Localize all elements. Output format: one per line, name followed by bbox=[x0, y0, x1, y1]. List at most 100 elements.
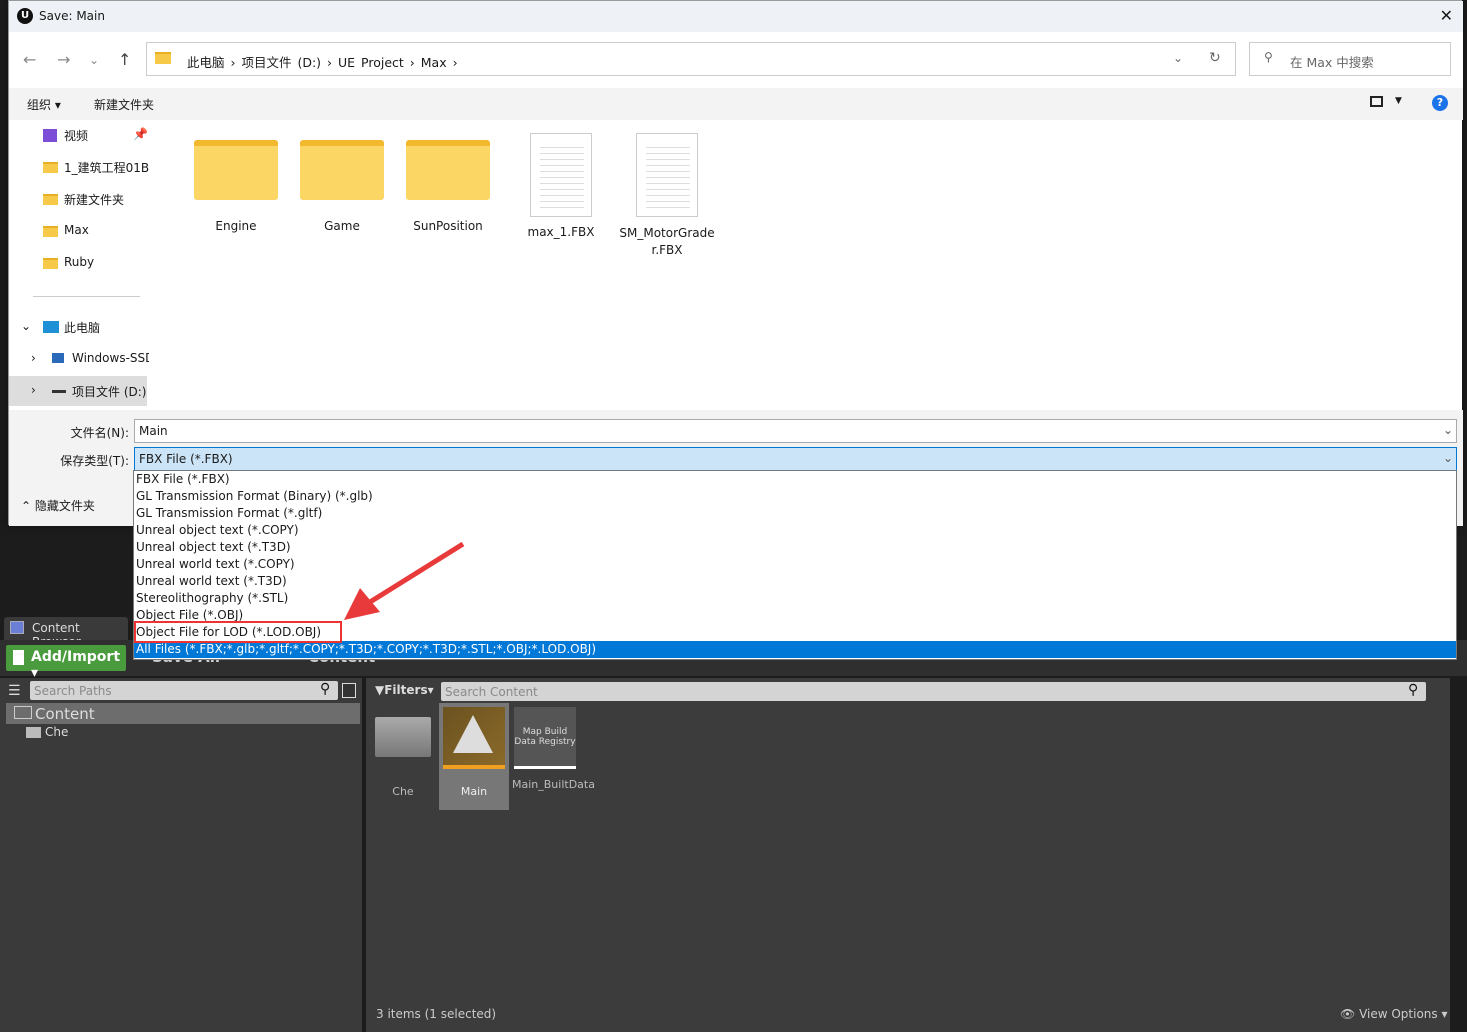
breadcrumb-item[interactable]: 项目文件 (D:) bbox=[241, 55, 321, 70]
forward-icon[interactable]: → bbox=[57, 50, 70, 69]
add-import-button[interactable]: Add/Import ▾ bbox=[6, 645, 126, 681]
address-bar[interactable]: 此电脑 › 项目文件 (D:) › UE Project › Max › bbox=[146, 42, 1236, 76]
folder-icon bbox=[406, 140, 490, 200]
registry-thumbnail: Map Build Data Registry bbox=[514, 707, 576, 769]
filename-label: 文件名(N): bbox=[70, 426, 129, 440]
filters-label: Filters bbox=[384, 683, 428, 697]
chevron-right-icon[interactable]: › bbox=[31, 383, 36, 397]
nav-label: Max bbox=[64, 223, 89, 237]
save-dialog: Save: Main U ✕ ← → ⌄ ↑ 此电脑 › 项目文件 (D:) ›… bbox=[8, 0, 1463, 526]
chevron-down-icon[interactable]: ⌄ bbox=[1443, 423, 1453, 437]
filetype-label: 保存类型(T): bbox=[60, 454, 129, 468]
filetype-select[interactable]: FBX File (*.FBX) bbox=[134, 447, 1457, 471]
file-name: Engine bbox=[215, 219, 257, 233]
filetype-option-all-files[interactable]: All Files (*.FBX;*.glb;*.gltf;*.COPY;*.T… bbox=[134, 641, 1456, 658]
file-item-folder[interactable]: Game bbox=[292, 120, 392, 233]
navigation-pane: 视频 📌 1_建筑工程01BIM 新建文件夹 Max Ruby ⌄ 此电脑 › Win… bbox=[9, 120, 154, 410]
nav-label: 视频 bbox=[64, 129, 89, 143]
file-list: Engine Game SunPosition max_1.FBX SM_Mot… bbox=[156, 120, 1462, 410]
asset-che[interactable]: Che bbox=[375, 785, 431, 798]
folder-icon bbox=[300, 140, 384, 200]
search-icon: ⚲ bbox=[1408, 682, 1419, 698]
filetype-option[interactable]: GL Transmission Format (*.gltf) bbox=[134, 505, 1456, 522]
breadcrumb-item[interactable]: 此电脑 bbox=[187, 55, 225, 70]
asset-main-label: Main bbox=[460, 785, 488, 798]
nav-item-folder[interactable]: 新建文件夹 bbox=[9, 184, 149, 214]
divider bbox=[33, 296, 140, 297]
search-icon: ⚲ bbox=[320, 681, 331, 697]
folder-icon bbox=[43, 226, 58, 237]
nav-label: Windows-SSD bbox=[72, 351, 149, 365]
add-import-label: Add/Import bbox=[31, 649, 121, 665]
drive-icon bbox=[52, 353, 64, 363]
nav-label: Ruby bbox=[64, 255, 95, 269]
tree-toggle-icon[interactable]: ☰ bbox=[8, 683, 21, 699]
tree-label-content: Content bbox=[35, 705, 95, 723]
help-icon[interactable]: ? bbox=[1432, 95, 1448, 111]
level-thumbnail bbox=[443, 707, 505, 769]
search-input[interactable]: 在 Max 中搜索 bbox=[1249, 42, 1451, 76]
nav-label: 此电脑 bbox=[64, 321, 101, 335]
view-dropdown-icon[interactable]: ▼ bbox=[1395, 96, 1402, 106]
file-name: Game bbox=[324, 219, 360, 233]
nav-label: 新建文件夹 bbox=[64, 193, 125, 207]
nav-label: 项目文件 (D:) bbox=[72, 385, 147, 399]
search-paths-input[interactable]: Search Paths bbox=[30, 681, 338, 700]
folder-icon bbox=[43, 162, 58, 173]
file-item-folder[interactable]: Engine bbox=[186, 120, 286, 233]
address-dropdown-icon[interactable]: ⌄ bbox=[1173, 51, 1183, 65]
annotation-highlight-box bbox=[134, 621, 342, 643]
tree-item-che[interactable]: Che bbox=[45, 725, 68, 739]
nav-item-folder[interactable]: 1_建筑工程01BIM bbox=[9, 152, 149, 182]
folder-icon bbox=[375, 717, 431, 757]
view-options-label: View Options bbox=[1359, 1007, 1438, 1021]
breadcrumb-item[interactable]: UE Project bbox=[338, 55, 404, 70]
chevron-down-icon[interactable]: ⌄ bbox=[21, 319, 31, 333]
drive-icon bbox=[52, 390, 66, 393]
breadcrumb-item[interactable]: Max bbox=[421, 55, 447, 70]
nav-item-d-drive[interactable]: › 项目文件 (D:) bbox=[9, 376, 147, 406]
back-icon[interactable]: ← bbox=[23, 50, 36, 69]
hide-folders-label: 隐藏文件夹 bbox=[34, 499, 95, 513]
search-content-input[interactable]: Search Content bbox=[441, 682, 1426, 701]
filename-input[interactable]: Main bbox=[134, 419, 1457, 443]
recent-dropdown-icon[interactable]: ⌄ bbox=[89, 53, 99, 67]
annotation-arrow-icon bbox=[344, 541, 465, 620]
file-icon bbox=[13, 650, 24, 665]
organize-button[interactable]: 组织 ▾ bbox=[27, 96, 61, 113]
view-icon[interactable] bbox=[1370, 96, 1383, 107]
filetype-option[interactable]: GL Transmission Format (Binary) (*.glb) bbox=[134, 488, 1456, 505]
chevron-down-icon[interactable]: ⌄ bbox=[1443, 451, 1453, 465]
nav-label: 1_建筑工程01BIM bbox=[64, 161, 149, 175]
up-icon[interactable]: ↑ bbox=[118, 50, 131, 69]
file-item-fbx[interactable]: max_1.FBX bbox=[511, 120, 611, 239]
filters-button[interactable]: ▼Filters▾ bbox=[375, 683, 434, 697]
pin-icon[interactable]: 📌 bbox=[133, 127, 148, 141]
dialog-title: Save: Main bbox=[9, 1, 1463, 32]
view-options-button[interactable]: 👁 View Options ▾ bbox=[1340, 1007, 1448, 1021]
filetype-option[interactable]: FBX File (*.FBX) bbox=[134, 471, 1456, 488]
new-folder-button[interactable]: 新建文件夹 bbox=[94, 96, 154, 113]
file-name: SunPosition bbox=[413, 219, 483, 233]
chevron-right-icon[interactable]: › bbox=[31, 351, 36, 365]
nav-item-videos[interactable]: 视频 📌 bbox=[9, 120, 149, 150]
file-item-fbx[interactable]: SM_MotorGrader.FBX bbox=[618, 120, 716, 259]
refresh-icon[interactable]: ↻ bbox=[1209, 50, 1221, 66]
organize-label: 组织 bbox=[27, 98, 52, 112]
computer-icon bbox=[43, 321, 59, 333]
search-icon: ⚲ bbox=[1264, 50, 1273, 64]
command-bar bbox=[9, 88, 1463, 120]
nav-item-max[interactable]: Max bbox=[9, 216, 149, 246]
close-icon[interactable]: ✕ bbox=[1440, 6, 1453, 25]
nav-item-this-pc[interactable]: ⌄ 此电脑 bbox=[9, 312, 149, 342]
filetype-option[interactable]: Unreal object text (*.COPY) bbox=[134, 522, 1456, 539]
hide-folders-button[interactable]: ⌃ 隐藏文件夹 bbox=[21, 497, 95, 514]
file-item-folder[interactable]: SunPosition bbox=[398, 120, 498, 233]
nav-item-windows-ssd[interactable]: › Windows-SSD bbox=[9, 344, 149, 374]
folder-icon bbox=[43, 258, 58, 269]
view-list-icon[interactable] bbox=[342, 683, 356, 698]
nav-item-ruby[interactable]: Ruby bbox=[9, 248, 149, 278]
status-text: 3 items (1 selected) bbox=[376, 1007, 497, 1021]
asset-main-builtdata[interactable]: Main_BuiltData bbox=[512, 778, 595, 791]
file-name: SM_MotorGrader.FBX bbox=[619, 226, 715, 257]
